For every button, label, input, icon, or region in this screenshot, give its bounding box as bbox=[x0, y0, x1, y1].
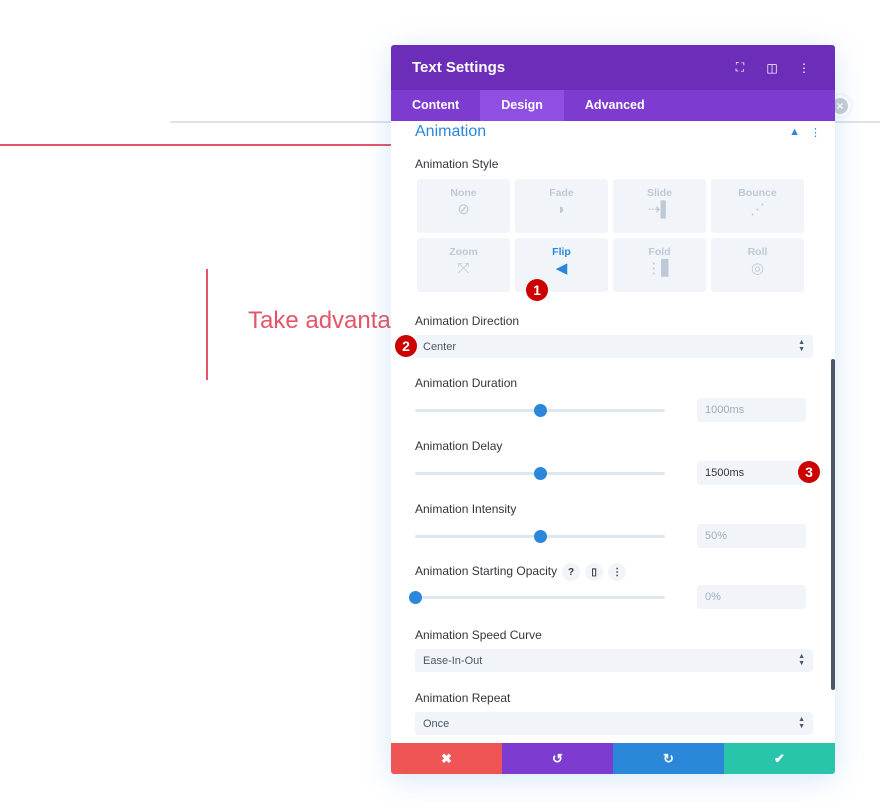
roll-icon: ◎ bbox=[750, 260, 765, 277]
intensity-input[interactable]: 50% bbox=[697, 524, 806, 548]
animation-section-header[interactable]: Animation ▲ ⋮ bbox=[391, 121, 835, 143]
help-icon[interactable]: ? bbox=[562, 563, 581, 581]
animation-speed-curve-label: Animation Speed Curve bbox=[415, 628, 542, 642]
style-option-zoom[interactable]: Zoom ⤧ bbox=[417, 238, 510, 292]
select-arrows-icon: ▲ ▼ bbox=[798, 653, 805, 667]
delay-slider[interactable] bbox=[415, 466, 665, 480]
select-arrows-icon: ▲ ▼ bbox=[798, 339, 805, 353]
animation-style-label: Animation Style bbox=[415, 157, 499, 171]
animation-opacity-label: Animation Starting Opacity bbox=[415, 564, 558, 579]
none-icon: ⊘ bbox=[457, 201, 470, 218]
select-arrows-icon: ▲ ▼ bbox=[798, 716, 805, 730]
animation-repeat-label: Animation Repeat bbox=[415, 691, 511, 705]
delay-input[interactable]: 1500ms bbox=[697, 461, 806, 485]
option-label: Fade bbox=[549, 187, 574, 199]
style-option-slide[interactable]: Slide ⇢▌ bbox=[613, 179, 706, 233]
section-title: Animation bbox=[415, 123, 487, 140]
tab-content[interactable]: Content bbox=[391, 90, 480, 121]
slide-icon: ⇢▌ bbox=[647, 201, 672, 218]
option-label: Roll bbox=[747, 246, 768, 258]
opacity-slider[interactable] bbox=[409, 590, 665, 604]
option-label: Zoom bbox=[449, 246, 478, 258]
split-view-icon[interactable]: ◫ bbox=[762, 58, 782, 78]
animation-style-grid: None ⊘ Fade ◗ Slide ⇢▌ Bounce ⋰ Zoom ⤧ Flip ◀ … bbox=[391, 179, 835, 292]
duration-slider[interactable] bbox=[415, 403, 665, 417]
animation-delay-label: Animation Delay bbox=[415, 439, 503, 453]
close-icon: ✖ bbox=[441, 750, 452, 766]
undo-icon: ↺ bbox=[552, 750, 563, 766]
page-vertical-line bbox=[206, 269, 208, 380]
animation-intensity-label: Animation Intensity bbox=[415, 502, 517, 516]
focus-icon[interactable]: ⛶ bbox=[730, 58, 750, 78]
option-label: None bbox=[450, 187, 477, 199]
slider-thumb[interactable] bbox=[534, 466, 547, 480]
option-label: Flip bbox=[552, 246, 571, 258]
style-option-bounce[interactable]: Bounce ⋰ bbox=[711, 179, 804, 233]
slider-thumb[interactable] bbox=[409, 590, 422, 604]
flip-icon: ◀ bbox=[555, 260, 568, 277]
animation-speed-curve-select[interactable]: Ease-In-Out ▲ ▼ bbox=[415, 649, 813, 672]
redo-icon: ↻ bbox=[663, 750, 674, 766]
redo-button[interactable]: ↻ bbox=[613, 743, 724, 774]
modal-header: Text Settings ⛶ ◫ ⋮ bbox=[391, 45, 835, 90]
save-button[interactable]: ✔ bbox=[724, 743, 835, 774]
duration-input[interactable]: 1000ms bbox=[697, 398, 806, 422]
select-value: Ease-In-Out bbox=[423, 654, 483, 667]
undo-button[interactable]: ↺ bbox=[502, 743, 613, 774]
mobile-icon[interactable]: ▯ bbox=[585, 563, 604, 581]
animation-direction-label: Animation Direction bbox=[415, 314, 520, 328]
animation-opacity-label-row: Animation Starting Opacity? ▯ ⋮ bbox=[391, 563, 835, 581]
tab-advanced[interactable]: Advanced bbox=[564, 90, 666, 121]
text-settings-modal: Text Settings ⛶ ◫ ⋮ Content Design Advan… bbox=[391, 45, 835, 774]
step-badge-3: 3 bbox=[798, 461, 820, 483]
intensity-slider[interactable] bbox=[415, 529, 665, 543]
style-option-none[interactable]: None ⊘ bbox=[417, 179, 510, 233]
animation-intensity-row: 50% bbox=[391, 524, 835, 548]
slider-thumb[interactable] bbox=[534, 403, 547, 417]
style-option-fold[interactable]: Fold ⋮▋ bbox=[613, 238, 706, 292]
cancel-button[interactable]: ✖ bbox=[391, 743, 502, 774]
page-headline: Take advantag bbox=[248, 307, 405, 334]
animation-repeat-select[interactable]: Once ▲ ▼ bbox=[415, 712, 813, 735]
option-label: Slide bbox=[646, 187, 673, 199]
modal-body: Animation ▲ ⋮ Animation Style None ⊘ Fade… bbox=[391, 121, 835, 743]
fold-icon: ⋮▋ bbox=[646, 260, 673, 277]
step-badge-1: 1 bbox=[526, 279, 548, 301]
step-badge-2: 2 bbox=[395, 335, 417, 357]
zoom-icon: ⤧ bbox=[457, 260, 470, 277]
style-option-fade[interactable]: Fade ◗ bbox=[515, 179, 608, 233]
animation-delay-row: 1500ms bbox=[391, 461, 835, 485]
modal-footer: ✖ ↺ ↻ ✔ bbox=[391, 743, 835, 774]
tab-bar: Content Design Advanced bbox=[391, 90, 835, 121]
slider-thumb[interactable] bbox=[534, 529, 547, 543]
animation-opacity-row: 0% bbox=[391, 585, 835, 609]
opacity-input[interactable]: 0% bbox=[697, 585, 806, 609]
more-vertical-icon[interactable]: ⋮ bbox=[794, 58, 814, 78]
animation-direction-select[interactable]: Center ▲ ▼ bbox=[415, 335, 813, 358]
bounce-icon: ⋰ bbox=[750, 201, 765, 218]
chevron-up-icon[interactable]: ▲ bbox=[789, 126, 800, 138]
option-label: Bounce bbox=[738, 187, 777, 199]
check-icon: ✔ bbox=[774, 750, 785, 766]
animation-duration-label: Animation Duration bbox=[415, 376, 518, 390]
style-option-roll[interactable]: Roll ◎ bbox=[711, 238, 804, 292]
select-value: Once bbox=[423, 717, 450, 730]
scrollbar[interactable] bbox=[831, 359, 835, 690]
option-label: Fold bbox=[648, 246, 671, 258]
more-vertical-icon[interactable]: ⋮ bbox=[608, 563, 627, 581]
animation-duration-row: 1000ms bbox=[391, 398, 835, 422]
fade-icon: ◗ bbox=[556, 201, 567, 218]
tab-design[interactable]: Design bbox=[480, 90, 564, 121]
more-vertical-icon[interactable]: ⋮ bbox=[810, 126, 821, 139]
page-accent-line bbox=[0, 144, 392, 146]
modal-title: Text Settings bbox=[412, 59, 506, 76]
select-value: Center bbox=[423, 340, 457, 353]
